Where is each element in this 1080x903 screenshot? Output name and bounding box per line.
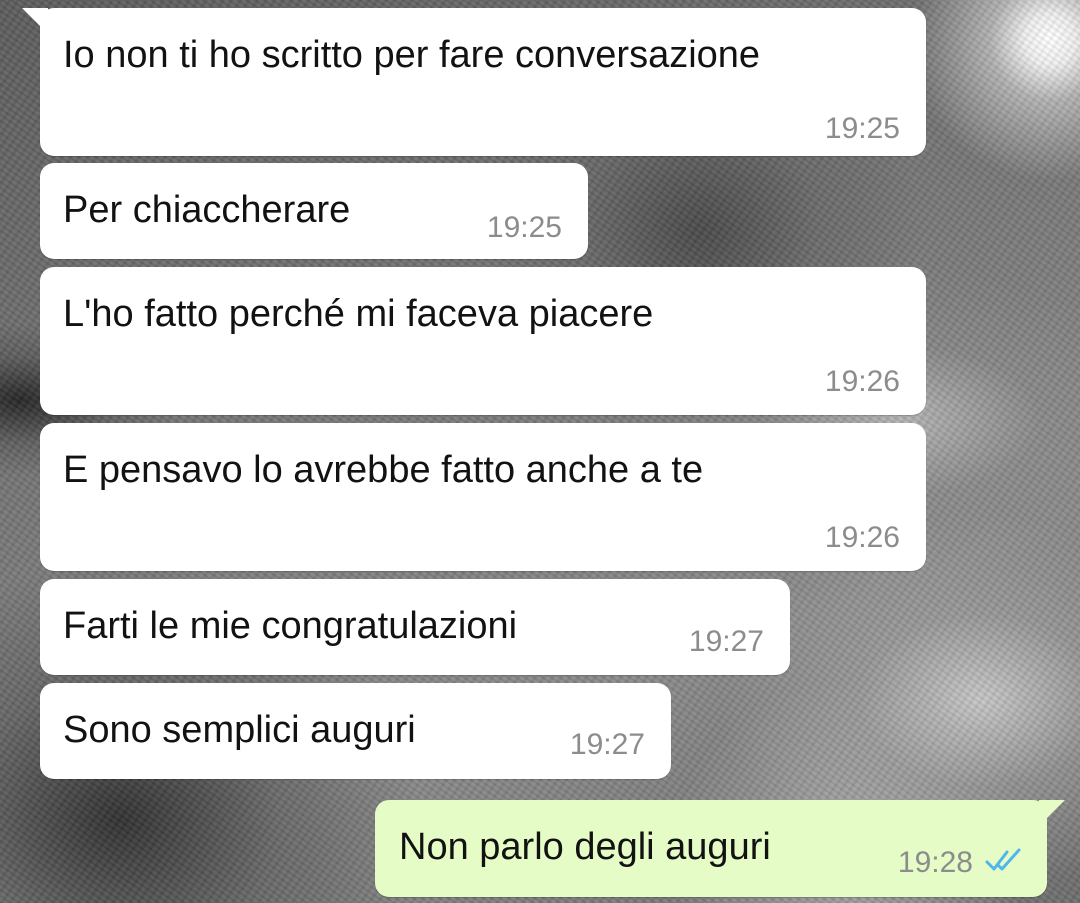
message-text: E pensavo lo avrebbe fatto anche a te (63, 449, 704, 491)
message-timestamp: 19:25 (486, 211, 562, 244)
message-timestamp: 19:26 (824, 521, 900, 554)
message-timestamp: 19:25 (824, 112, 900, 145)
message-bubble-outgoing[interactable]: Non parlo degli auguri 19:28 (375, 800, 1065, 897)
message-bubble-incoming[interactable]: Per chiaccherare 19:25 (40, 163, 588, 259)
message-timestamp: 19:28 (897, 846, 973, 879)
message-timestamp: 19:27 (688, 625, 764, 658)
message-bubble-incoming[interactable]: Farti le mie congratulazioni 19:27 (40, 579, 790, 675)
message-timestamp: 19:27 (569, 728, 645, 761)
message-text: Farti le mie congratulazioni (63, 605, 518, 647)
message-bubble-incoming[interactable]: Sono semplici auguri 19:27 (40, 683, 671, 779)
message-bubble-incoming[interactable]: E pensavo lo avrebbe fatto anche a te 19… (40, 423, 926, 571)
bubble-tail (22, 8, 48, 34)
message-bubble-incoming[interactable]: Io non ti ho scritto per fare conversazi… (22, 8, 926, 156)
message-timestamp: 19:26 (824, 365, 900, 398)
message-list[interactable]: Io non ti ho scritto per fare conversazi… (0, 0, 1080, 903)
message-bubble-incoming[interactable]: L'ho fatto perché mi faceva piacere 19:2… (40, 267, 926, 415)
message-text: Io non ti ho scritto per fare conversazi… (63, 34, 761, 76)
bubble-tail (1039, 800, 1065, 826)
message-text: L'ho fatto perché mi faceva piacere (63, 293, 654, 335)
double-check-read-icon (985, 848, 1021, 871)
message-text: Per chiaccherare (63, 189, 351, 231)
message-text: Non parlo degli auguri (399, 826, 771, 868)
message-text: Sono semplici auguri (63, 709, 416, 751)
